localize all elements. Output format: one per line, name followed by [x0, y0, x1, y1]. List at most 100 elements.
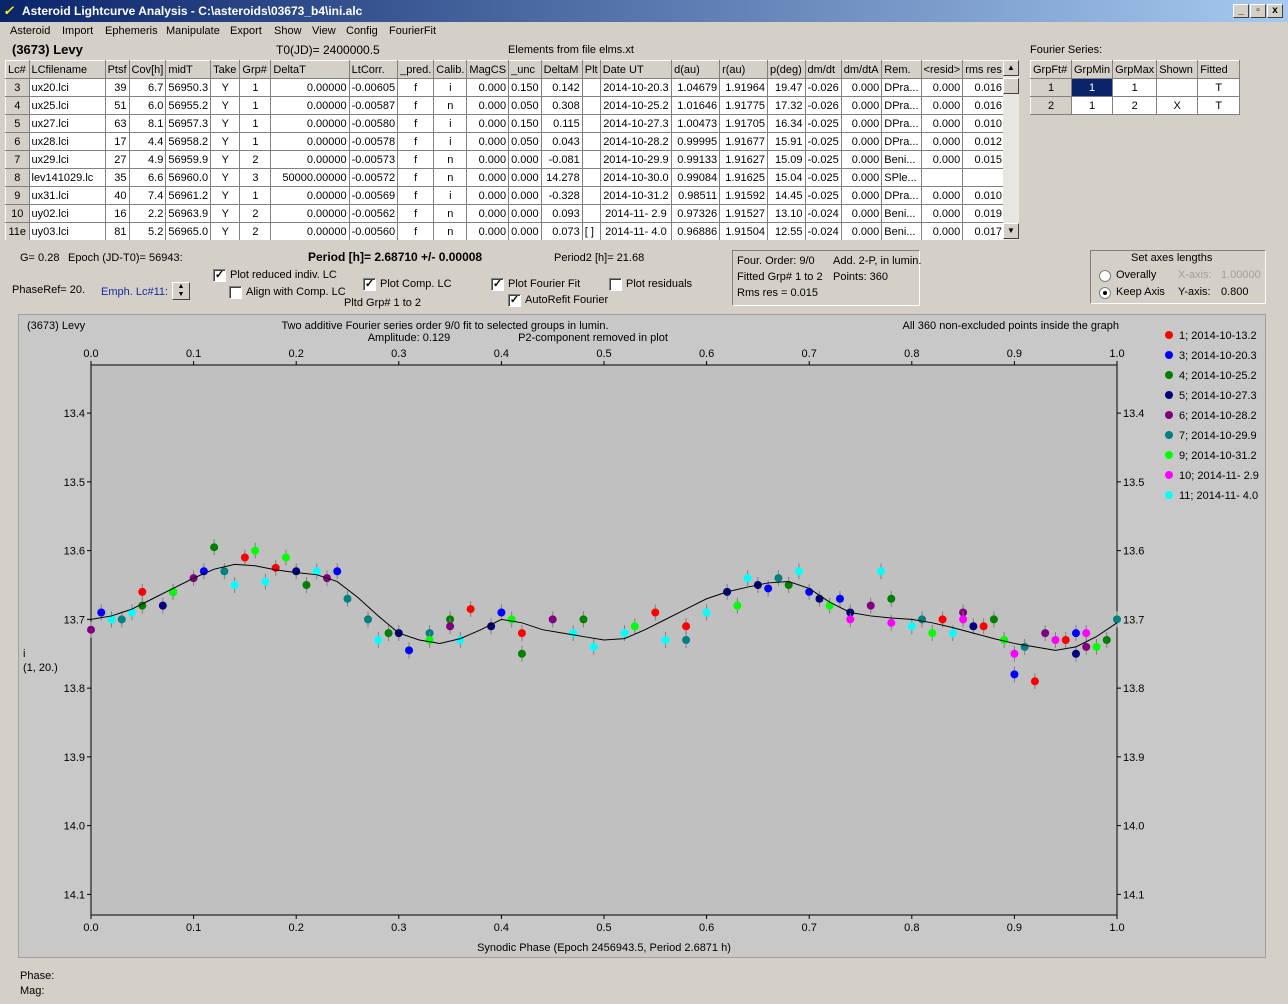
fourier-cell[interactable]: 1	[1070, 96, 1114, 115]
table-cell[interactable]: 56959.9	[165, 150, 212, 169]
table-cell[interactable]: 1.91964	[719, 78, 769, 97]
table-cell[interactable]: 0.00000	[270, 78, 350, 97]
table-cell[interactable]: 56961.2	[165, 186, 212, 205]
table-cell[interactable]: n	[433, 204, 468, 223]
table-cell[interactable]: Y	[210, 150, 241, 169]
row-number[interactable]: 9	[5, 186, 30, 205]
fourier-cell[interactable]: 1	[1030, 78, 1072, 97]
table-cell[interactable]: 0.00000	[270, 222, 350, 240]
close-button[interactable]: x	[1267, 4, 1283, 18]
table-cell[interactable]: 1	[239, 186, 272, 205]
table-cell[interactable]: 0.99084	[671, 168, 721, 187]
table-cell[interactable]: -0.00580	[348, 114, 399, 133]
table-cell[interactable]: 0.000	[840, 96, 883, 115]
table-cell[interactable]: 0.142	[540, 78, 583, 97]
table-cell[interactable]: 2014-10-30.0	[599, 168, 673, 187]
fourier-cell[interactable]: X	[1156, 96, 1199, 115]
table-cell[interactable]: Beni...	[881, 204, 922, 223]
table-cell[interactable]: n	[433, 222, 468, 240]
table-cell[interactable]: 15.91	[767, 132, 806, 151]
column-header[interactable]: dm/dtA	[840, 60, 883, 79]
table-cell[interactable]: Y	[210, 186, 241, 205]
table-cell[interactable]: 1.91504	[719, 222, 769, 240]
table-cell[interactable]	[581, 150, 601, 169]
table-cell[interactable]: 15.09	[767, 150, 806, 169]
table-cell[interactable]: 2014-10-27.3	[599, 114, 673, 133]
restore-button[interactable]: ▫	[1250, 4, 1266, 18]
lightcurve-chart[interactable]: (3673) Levy Two additive Fourier series o…	[19, 315, 1267, 959]
table-cell[interactable]: 0.017	[962, 222, 1005, 240]
table-cell[interactable]: 0.000	[466, 78, 510, 97]
table-cell[interactable]: n	[433, 150, 468, 169]
table-cell[interactable]: Y	[210, 222, 241, 240]
table-cell[interactable]: 1.01646	[671, 96, 721, 115]
overally-radio[interactable]	[1099, 270, 1111, 282]
table-cell[interactable]: 0.000	[508, 150, 542, 169]
table-cell[interactable]: 1.91705	[719, 114, 769, 133]
table-cell[interactable]: 0.000	[508, 204, 542, 223]
table-cell[interactable]: f	[397, 222, 435, 240]
table-cell[interactable]: 1.00473	[671, 114, 721, 133]
table-cell[interactable]: ux27.lci	[28, 114, 106, 133]
table-cell[interactable]: 81	[104, 222, 130, 240]
table-cell[interactable]: 0.308	[540, 96, 583, 115]
column-header[interactable]: LtCorr.	[348, 60, 399, 79]
table-cell[interactable]: ux25.lci	[28, 96, 106, 115]
table-cell[interactable]: -0.00562	[348, 204, 399, 223]
table-cell[interactable]: f	[397, 186, 435, 205]
fourier-cell[interactable]: T	[1197, 78, 1241, 97]
table-cell[interactable]: 0.050	[508, 96, 542, 115]
table-cell[interactable]: 2014-11- 4.0	[599, 222, 673, 240]
table-row[interactable]: 6 ux28.lci 17 4.4 56958.2 Y 1 0.00000 -0.00578 f i…	[5, 132, 1005, 151]
table-cell[interactable]: 39	[104, 78, 130, 97]
table-cell[interactable]: -0.024	[804, 204, 842, 223]
column-header[interactable]: Calib.	[433, 60, 468, 79]
table-cell[interactable]: -0.00560	[348, 222, 399, 240]
table-cell[interactable]: 0.000	[920, 96, 964, 115]
table-cell[interactable]: 2014-11- 2.9	[599, 204, 673, 223]
table-cell[interactable]: 17	[104, 132, 130, 151]
row-number[interactable]: 10	[5, 204, 30, 223]
row-number[interactable]: 7	[5, 150, 30, 169]
table-cell[interactable]: 12.55	[767, 222, 806, 240]
table-cell[interactable]: 0.000	[840, 186, 883, 205]
table-cell[interactable]: 6.7	[128, 78, 167, 97]
table-cell[interactable]: 0.015	[962, 150, 1005, 169]
table-cell[interactable]: Beni...	[881, 222, 922, 240]
table-cell[interactable]: Y	[210, 78, 241, 97]
table-cell[interactable]: 19.47	[767, 78, 806, 97]
table-cell[interactable]: DPra...	[881, 78, 922, 97]
autorefit-checkbox[interactable]: ✓	[508, 294, 521, 307]
table-cell[interactable]: Y	[210, 96, 241, 115]
table-cell[interactable]: 50000.00000	[270, 168, 350, 187]
table-cell[interactable]: 40	[104, 186, 130, 205]
table-cell[interactable]: 0.000	[466, 114, 510, 133]
table-cell[interactable]: 0.000	[840, 168, 883, 187]
column-header[interactable]: Take	[210, 60, 241, 79]
table-cell[interactable]: 0.073	[540, 222, 583, 240]
table-cell[interactable]: 56960.0	[165, 168, 212, 187]
table-cell[interactable]: 56963.9	[165, 204, 212, 223]
column-header[interactable]: DeltaT	[270, 60, 350, 79]
table-cell[interactable]: 0.97326	[671, 204, 721, 223]
table-cell[interactable]: 13.10	[767, 204, 806, 223]
table-cell[interactable]: -0.00605	[348, 78, 399, 97]
emph-spinner[interactable]: ▲ ▼	[172, 282, 190, 300]
table-cell[interactable]: 0.010	[962, 186, 1005, 205]
table-cell[interactable]: 56955.2	[165, 96, 212, 115]
table-cell[interactable]: 0.010	[962, 114, 1005, 133]
table-cell[interactable]	[581, 114, 601, 133]
column-header[interactable]: Plt	[581, 60, 601, 79]
menu-asteroid[interactable]: Asteroid	[10, 25, 50, 37]
table-cell[interactable]: 0.000	[920, 78, 964, 97]
table-cell[interactable]: 1	[239, 96, 272, 115]
table-cell[interactable]: 0.000	[920, 222, 964, 240]
table-cell[interactable]: 0.093	[540, 204, 583, 223]
plot-reduced-checkbox[interactable]: ✓	[213, 269, 226, 282]
table-cell[interactable]: 7.4	[128, 186, 167, 205]
fourier-cell-selected[interactable]: 1	[1070, 78, 1114, 97]
plot-residuals-checkbox[interactable]	[609, 278, 622, 291]
table-cell[interactable]: 0.000	[920, 150, 964, 169]
table-cell[interactable]: 14.45	[767, 186, 806, 205]
fourier-cell[interactable]: T	[1197, 96, 1241, 115]
